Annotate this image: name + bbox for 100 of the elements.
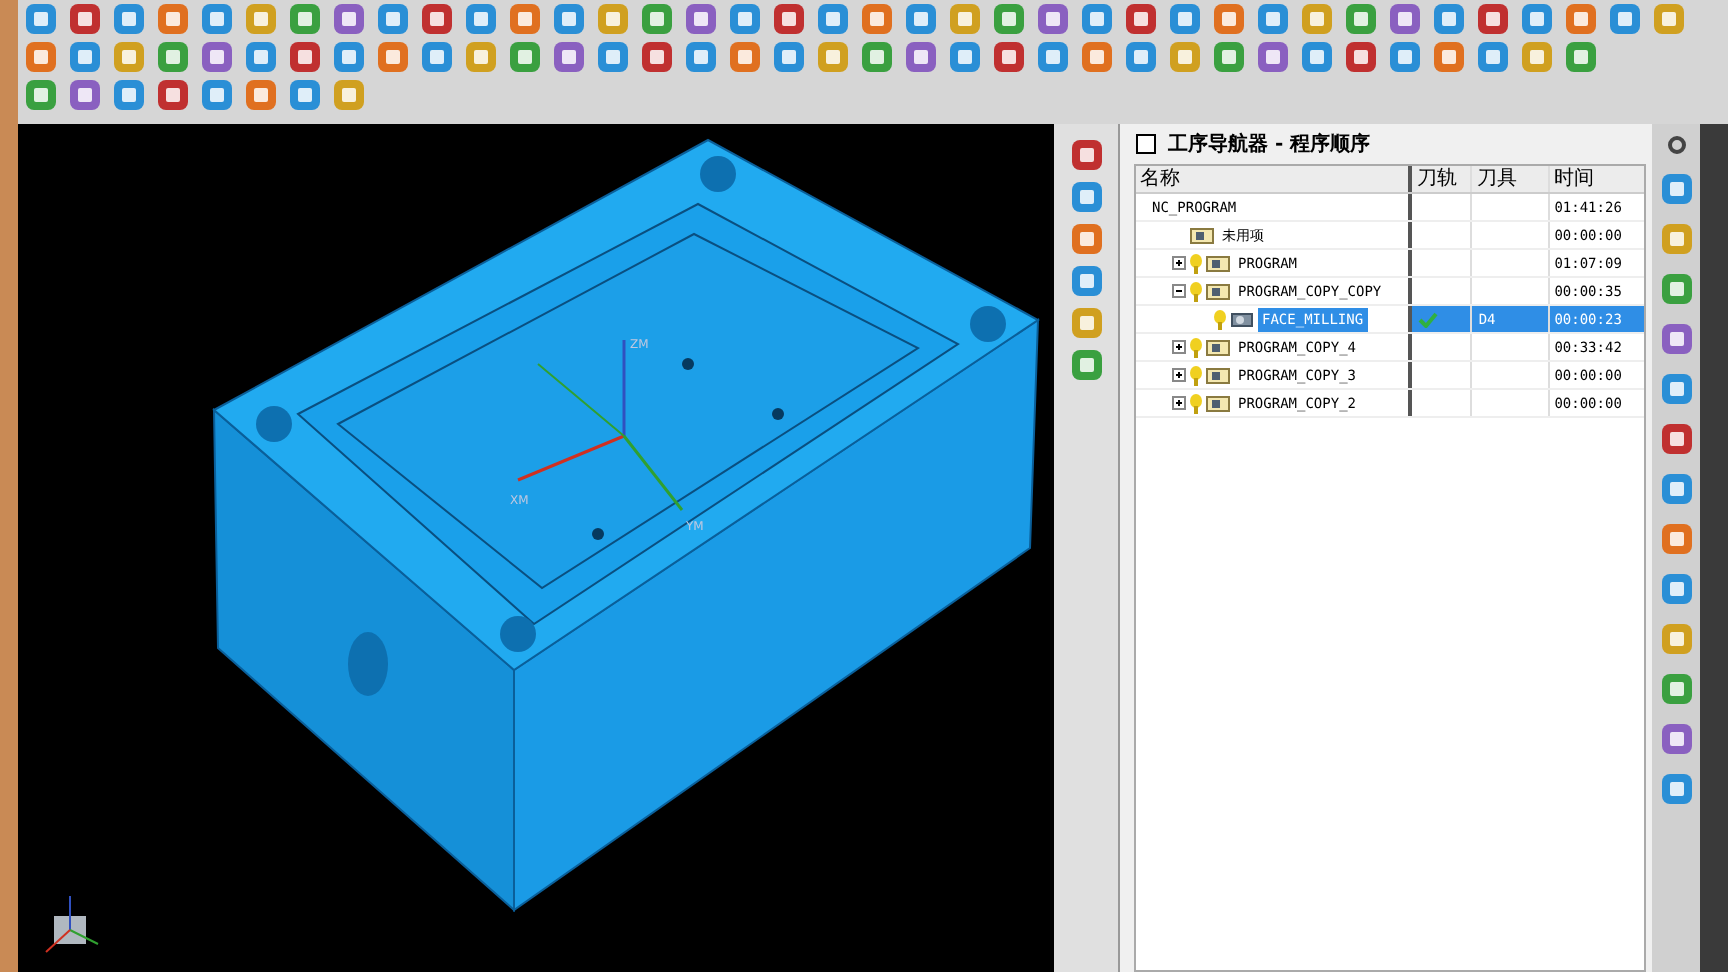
tool-icon[interactable] [378, 42, 408, 72]
tool-icon[interactable] [1478, 42, 1508, 72]
tool-icon[interactable] [1346, 42, 1376, 72]
tool-icon[interactable] [510, 42, 540, 72]
tool-icon[interactable] [1661, 174, 1691, 204]
tool-icon[interactable] [202, 80, 232, 110]
tool-icon[interactable] [1082, 4, 1112, 34]
tool-icon[interactable] [598, 42, 628, 72]
tool-icon[interactable] [334, 4, 364, 34]
tool-icon[interactable] [862, 42, 892, 72]
tool-icon[interactable] [598, 4, 628, 34]
tool-icon[interactable] [334, 42, 364, 72]
tool-icon[interactable] [994, 42, 1024, 72]
tool-icon[interactable] [1661, 774, 1691, 804]
expand-toggle[interactable] [1172, 256, 1186, 270]
tool-icon[interactable] [202, 4, 232, 34]
tool-icon[interactable] [290, 4, 320, 34]
tool-icon[interactable] [1661, 324, 1691, 354]
tool-icon[interactable] [1434, 4, 1464, 34]
column-header[interactable]: 刀具 [1470, 166, 1549, 192]
expand-toggle[interactable] [1172, 340, 1186, 354]
tool-icon[interactable] [1610, 4, 1640, 34]
tool-icon[interactable] [70, 4, 100, 34]
tool-icon[interactable] [994, 4, 1024, 34]
tool-icon[interactable] [1170, 42, 1200, 72]
tool-icon[interactable] [334, 80, 364, 110]
tool-icon[interactable] [26, 80, 56, 110]
tool-icon[interactable] [1661, 274, 1691, 304]
tool-icon[interactable] [1661, 424, 1691, 454]
tool-icon[interactable] [642, 42, 672, 72]
tool-icon[interactable] [1522, 4, 1552, 34]
tool-icon[interactable] [422, 42, 452, 72]
tool-icon[interactable] [906, 4, 936, 34]
tool-icon[interactable] [158, 42, 188, 72]
panel-pin-icon[interactable] [1136, 134, 1156, 154]
tool-icon[interactable] [1038, 4, 1068, 34]
tool-icon[interactable] [1170, 4, 1200, 34]
tool-icon[interactable] [378, 4, 408, 34]
tool-icon[interactable] [862, 4, 892, 34]
tool-icon[interactable] [1566, 42, 1596, 72]
tool-icon[interactable] [290, 42, 320, 72]
tool-icon[interactable] [246, 4, 276, 34]
tool-icon[interactable] [686, 42, 716, 72]
tool-icon[interactable] [26, 42, 56, 72]
tool-icon[interactable] [466, 4, 496, 34]
tool-icon[interactable] [1038, 42, 1068, 72]
tool-icon[interactable] [1126, 42, 1156, 72]
tool-icon[interactable] [1661, 224, 1691, 254]
column-header[interactable]: 时间 [1548, 166, 1644, 192]
tool-icon[interactable] [70, 42, 100, 72]
tool-icon[interactable] [818, 4, 848, 34]
tool-icon[interactable] [730, 4, 760, 34]
tool-icon[interactable] [1071, 350, 1101, 380]
tool-icon[interactable] [290, 80, 320, 110]
tool-icon[interactable] [774, 4, 804, 34]
tool-icon[interactable] [1661, 374, 1691, 404]
tool-icon[interactable] [906, 42, 936, 72]
tool-icon[interactable] [1071, 182, 1101, 212]
tool-icon[interactable] [1661, 474, 1691, 504]
tool-icon[interactable] [1661, 674, 1691, 704]
tool-icon[interactable] [1214, 4, 1244, 34]
tool-icon[interactable] [466, 42, 496, 72]
column-header[interactable]: 名称 [1136, 166, 1409, 192]
tool-icon[interactable] [1071, 308, 1101, 338]
tool-icon[interactable] [1522, 42, 1552, 72]
tool-icon[interactable] [818, 42, 848, 72]
column-header[interactable]: 刀轨 [1408, 166, 1471, 192]
expand-toggle[interactable] [1172, 396, 1186, 410]
tool-icon[interactable] [1346, 4, 1376, 34]
tool-icon[interactable] [1071, 266, 1101, 296]
tool-icon[interactable] [1661, 624, 1691, 654]
tool-icon[interactable] [114, 80, 144, 110]
tool-icon[interactable] [158, 80, 188, 110]
tool-icon[interactable] [1661, 724, 1691, 754]
tool-icon[interactable] [246, 80, 276, 110]
tool-icon[interactable] [642, 4, 672, 34]
tool-icon[interactable] [1214, 42, 1244, 72]
tool-icon[interactable] [1302, 4, 1332, 34]
tool-icon[interactable] [1071, 224, 1101, 254]
tool-icon[interactable] [1390, 42, 1420, 72]
tool-icon[interactable] [26, 4, 56, 34]
tool-icon[interactable] [554, 4, 584, 34]
tool-icon[interactable] [158, 4, 188, 34]
expand-toggle[interactable] [1172, 368, 1186, 382]
tool-icon[interactable] [1258, 42, 1288, 72]
expand-toggle[interactable] [1172, 284, 1186, 298]
tool-icon[interactable] [246, 42, 276, 72]
tool-icon[interactable] [1082, 42, 1112, 72]
tool-icon[interactable] [422, 4, 452, 34]
tool-icon[interactable] [1390, 4, 1420, 34]
tool-icon[interactable] [730, 42, 760, 72]
tool-icon[interactable] [774, 42, 804, 72]
tool-icon[interactable] [1258, 4, 1288, 34]
tool-icon[interactable] [510, 4, 540, 34]
tool-icon[interactable] [1434, 42, 1464, 72]
tool-icon[interactable] [686, 4, 716, 34]
tool-icon[interactable] [114, 42, 144, 72]
tool-icon[interactable] [950, 42, 980, 72]
tool-icon[interactable] [1661, 524, 1691, 554]
tool-icon[interactable] [1302, 42, 1332, 72]
